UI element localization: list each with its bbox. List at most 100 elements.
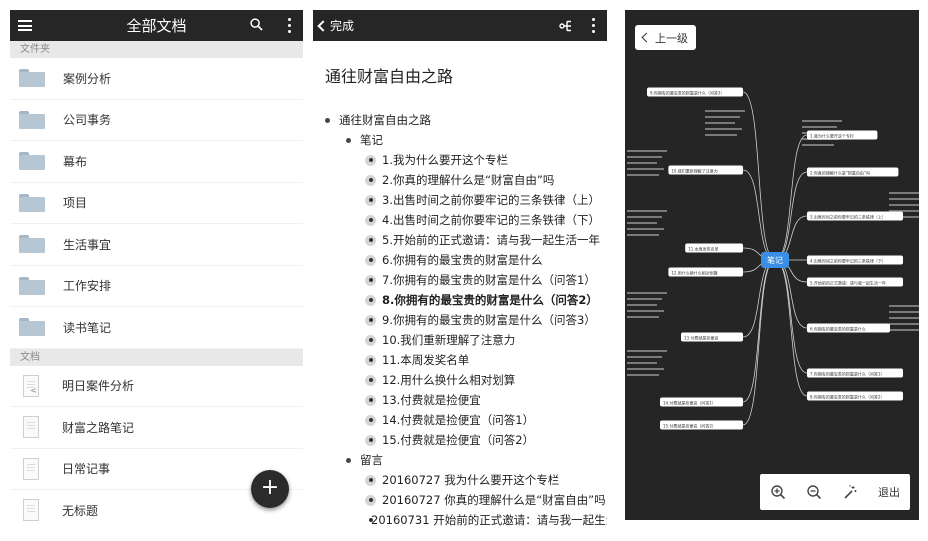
folder-item[interactable]: 生活事宜 — [10, 224, 303, 266]
folder-item[interactable]: 案例分析 — [10, 58, 303, 100]
note-line — [705, 122, 735, 124]
outline-top-bar: 完成 — [313, 10, 607, 41]
more-options-icon[interactable] — [591, 18, 595, 33]
outline-root[interactable]: 通往财富自由之路 — [313, 110, 607, 130]
mindmap-node-label: 9.你拥有的最宝贵的财富是什么（问答3） — [650, 89, 724, 95]
center-node-label: 笔记 — [767, 255, 783, 265]
outline-item-label: 9.你拥有的最宝贵的财富是什么（问答3） — [382, 313, 596, 327]
collapsed-bullet-icon — [365, 494, 376, 506]
zoom-out-icon[interactable] — [806, 484, 822, 500]
done-button[interactable]: 完成 — [313, 17, 354, 34]
outline-item[interactable]: 12.用什么换什么相对划算 — [313, 370, 607, 390]
note-line — [627, 356, 662, 358]
documents-top-bar: 全部文档 — [10, 10, 303, 41]
outline-item-label: 7.你拥有的最宝贵的财富是什么（问答1） — [382, 273, 596, 287]
outline-item[interactable]: 1.我为什么要开这个专栏 — [313, 150, 607, 170]
search-icon[interactable] — [250, 18, 263, 31]
mindmap-node-label: 8.你拥有的最宝贵的财富是什么（问答2） — [810, 393, 884, 399]
outline-item[interactable]: 3.出售时间之前你要牢记的三条铁律（上） — [313, 190, 607, 210]
outline-item[interactable]: 15.付费就是捡便宜（问答2） — [313, 430, 607, 450]
outline-item[interactable]: 4.出售时间之前你要牢记的三条铁律（下） — [313, 210, 607, 230]
document-icon — [23, 416, 39, 439]
collapsed-bullet-icon — [365, 394, 376, 406]
mindmap-node[interactable]: 12.用什么换什么相对划算 — [668, 259, 776, 277]
outline-item[interactable]: 13.付费就是捡便宜 — [313, 390, 607, 410]
outline-item-label: 10.我们重新理解了注意力 — [382, 333, 516, 347]
zoom-in-icon[interactable] — [770, 484, 786, 500]
outline-item-label: 1.我为什么要开这个专栏 — [382, 153, 508, 167]
folder-icon — [19, 235, 45, 254]
folder-name: 工作安排 — [63, 279, 112, 294]
exit-button[interactable]: 退出 — [878, 484, 900, 500]
mindmap-canvas[interactable]: 1.我为什么要开这个专栏 2.你真的理解什么是“财富自由”吗 3.出售时间之前你要牢… — [625, 10, 919, 520]
more-options-icon[interactable] — [287, 18, 291, 33]
note-line — [627, 368, 664, 370]
outline-item[interactable]: 7.你拥有的最宝贵的财富是什么（问答1） — [313, 270, 607, 290]
outline-item-label: 13.付费就是捡便宜 — [382, 393, 481, 407]
outline-section-label: 留言 — [360, 453, 383, 467]
outline-item[interactable]: 5.开始前的正式邀请：请与我一起生活一年 — [313, 230, 607, 250]
collapsed-bullet-icon — [365, 214, 376, 226]
document-name: 财富之路笔记 — [62, 420, 135, 435]
mindmap-node[interactable]: 6.你拥有的最宝贵的财富是什么 — [774, 259, 890, 333]
outline-item[interactable]: 20160727 你真的理解什么是“财富自由”吗 — [313, 490, 607, 510]
chevron-left-icon — [317, 19, 329, 32]
folder-name: 读书笔记 — [63, 320, 112, 335]
outline-item[interactable]: 14.付费就是捡便宜（问答1） — [313, 410, 607, 430]
note-line — [705, 128, 742, 130]
note-line — [627, 168, 664, 170]
folder-icon — [19, 110, 45, 129]
mindmap-center-node[interactable]: 笔记 — [761, 252, 789, 268]
document-item[interactable]: < 明日案件分析 — [10, 366, 303, 407]
mindmap-panel: 1.我为什么要开这个专栏 2.你真的理解什么是“财富自由”吗 3.出售时间之前你要牢… — [625, 10, 919, 520]
mindmap-node-label: 10.我们重新理解了注意力 — [671, 167, 717, 173]
outline-item[interactable]: 9.你拥有的最宝贵的财富是什么（问答3） — [313, 310, 607, 330]
note-line — [705, 110, 745, 112]
outline-item[interactable]: 20160727 我为什么要开这个专栏 — [313, 470, 607, 490]
outline-item[interactable]: 10.我们重新理解了注意力 — [313, 330, 607, 350]
note-line — [889, 311, 919, 313]
folder-item[interactable]: 工作安排 — [10, 266, 303, 307]
folder-name: 项目 — [63, 196, 88, 211]
magic-wand-icon[interactable] — [842, 484, 858, 500]
add-document-button[interactable]: + — [251, 470, 289, 508]
note-line — [627, 310, 664, 312]
collapsed-bullet-icon — [365, 294, 376, 306]
mindmap-node-label: 14.付费就是捡便宜（问答1） — [663, 399, 716, 405]
outline-item[interactable]: 8.你拥有的最宝贵的财富是什么（问答2） — [313, 290, 607, 310]
folder-list: 案例分析公司事务幕布项目生活事宜工作安排读书笔记 — [10, 58, 303, 349]
folder-item[interactable]: 读书笔记 — [10, 307, 303, 349]
folder-item[interactable]: 幕布 — [10, 141, 303, 183]
outline-item[interactable]: 6.你拥有的最宝贵的财富是什么 — [313, 250, 607, 270]
mindmap-branch-line — [774, 134, 808, 261]
outline-section[interactable]: 笔记 — [313, 130, 607, 150]
done-label: 完成 — [330, 19, 355, 33]
mindmap-node[interactable]: 3.出售时间之前你要牢记的三条铁律（上） — [774, 211, 903, 261]
mindmap-toolbar: 退出 — [760, 474, 910, 510]
outline-section[interactable]: 留言 — [313, 450, 607, 470]
document-name: 日常记事 — [62, 462, 111, 477]
share-icon: < — [30, 385, 37, 395]
outline-item-label: 20160727 你真的理解什么是“财富自由”吗 — [382, 493, 606, 507]
folder-item[interactable]: 公司事务 — [10, 100, 303, 141]
mindmap-node-label: 11.本周发奖名单 — [688, 245, 718, 251]
note-line — [802, 120, 842, 122]
collapsed-bullet-icon — [365, 434, 376, 446]
document-item[interactable]: 财富之路笔记 — [10, 407, 303, 449]
folder-name: 公司事务 — [63, 113, 112, 128]
up-level-button[interactable]: 上一级 — [635, 25, 696, 50]
outline-section-label: 笔记 — [360, 133, 383, 147]
outline-item[interactable]: 2.你真的理解什么是“财富自由”吗 — [313, 170, 607, 190]
up-level-label: 上一级 — [655, 31, 688, 45]
menu-button[interactable] — [10, 10, 40, 41]
mindmap-node[interactable]: 4.出售时间之前你要牢记的三条铁律（下） — [774, 255, 903, 265]
note-line — [627, 362, 657, 364]
collapsed-bullet-icon — [365, 334, 376, 346]
mindmap-node-label: 3.出售时间之前你要牢记的三条铁律（上） — [810, 213, 886, 219]
outline-item[interactable]: 20160731 开始前的正式邀请：请与我一起生活一年 — [313, 510, 607, 530]
folder-item[interactable]: 项目 — [10, 183, 303, 224]
note-line — [627, 162, 657, 164]
mindmap-view-icon[interactable] — [559, 19, 573, 33]
collapsed-bullet-icon — [365, 154, 376, 166]
outline-item[interactable]: 11.本周发奖名单 — [313, 350, 607, 370]
